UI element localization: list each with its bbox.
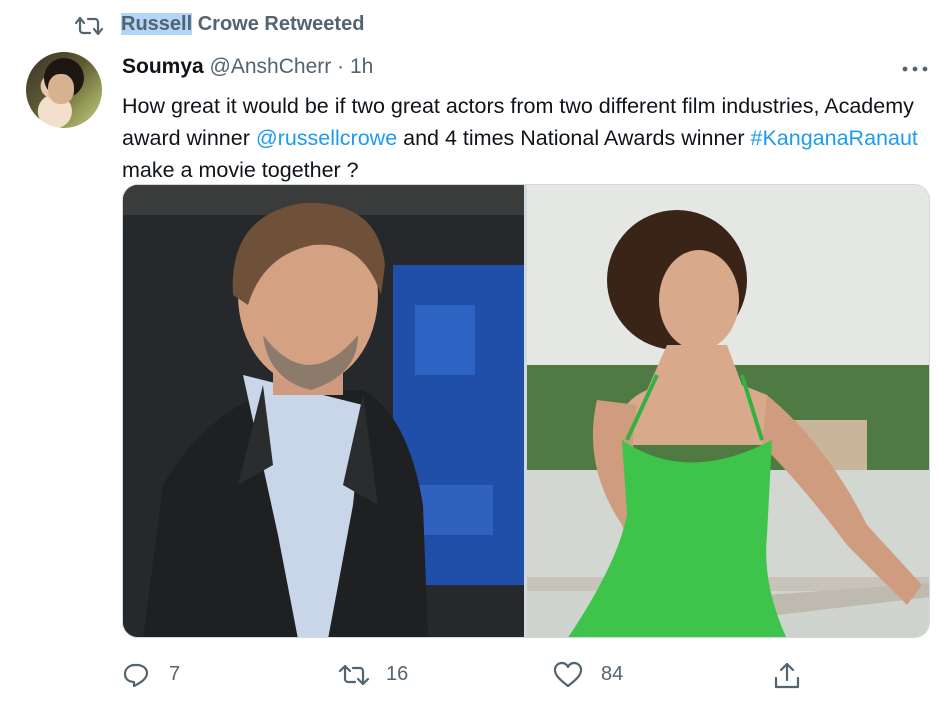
author-name[interactable]: Soumya — [122, 55, 204, 78]
author-handle[interactable]: @AnshCherr — [210, 55, 332, 78]
retweet-label-rest[interactable]: Crowe Retweeted — [192, 13, 365, 35]
mention-link[interactable]: @russellcrowe — [256, 126, 397, 150]
share-button[interactable] — [772, 655, 812, 695]
reply-button[interactable]: 7 — [122, 655, 202, 695]
heart-icon — [553, 661, 583, 688]
retweet-banner: Russell Crowe Retweeted — [0, 8, 940, 40]
retweet-button[interactable]: 16 — [338, 655, 428, 695]
like-count: 84 — [601, 663, 624, 685]
avatar-face — [48, 74, 74, 104]
more-icon[interactable] — [901, 64, 929, 74]
photo-left[interactable] — [123, 185, 524, 637]
header-separator: · — [337, 55, 345, 78]
tweet-timestamp[interactable]: 1h — [350, 55, 373, 78]
like-button[interactable]: 84 — [553, 655, 643, 695]
reply-count: 7 — [169, 663, 181, 685]
retweet-icon — [74, 16, 104, 36]
reply-icon — [123, 663, 149, 688]
share-icon — [774, 662, 800, 689]
photo-right-illustration — [527, 185, 929, 637]
tweet-header: Soumya @AnshCherr · 1h — [122, 55, 373, 83]
hashtag-link[interactable]: #KanganaRanaut — [751, 126, 918, 150]
tweet-actions: 7 16 84 — [0, 655, 940, 695]
retweet-label[interactable]: Russell Crowe Retweeted — [121, 13, 364, 36]
retweet-count: 16 — [386, 663, 409, 685]
retweeter-name-highlight[interactable]: Russell — [121, 13, 193, 35]
tweet-text: How great it would be if two great actor… — [122, 90, 932, 186]
media-grid — [122, 184, 930, 638]
photo-right[interactable] — [527, 185, 929, 637]
tweet-text-part2: and 4 times National Awards winner — [397, 126, 751, 150]
avatar[interactable] — [26, 52, 102, 128]
tweet-text-part3: make a movie together ? — [122, 158, 359, 182]
photo-left-illustration — [123, 185, 524, 637]
retweet-action-icon — [338, 664, 370, 686]
